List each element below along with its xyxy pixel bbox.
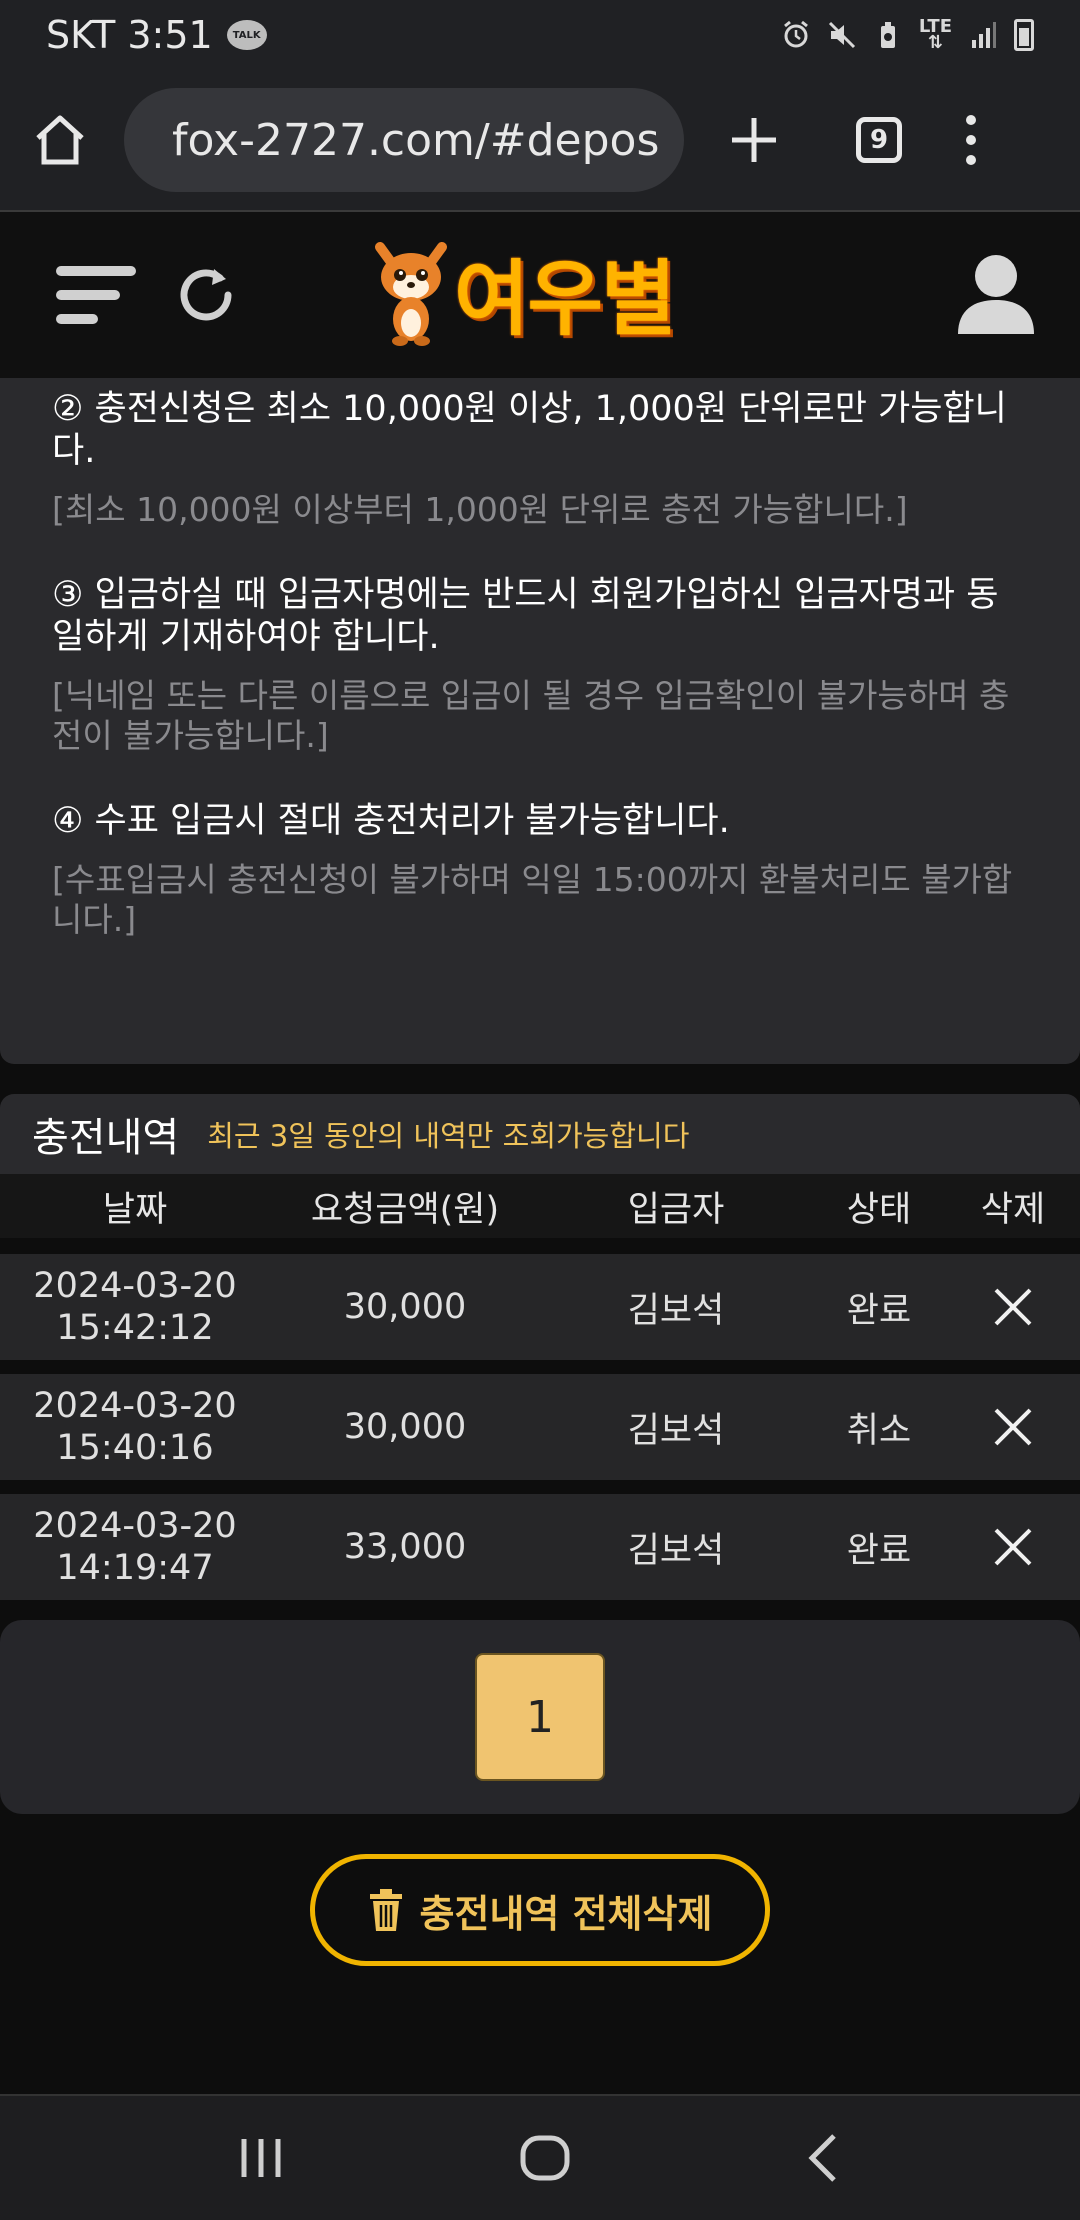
home-icon[interactable]: [30, 110, 90, 170]
column-status: 상태: [846, 1189, 912, 1230]
column-date: 날짜: [102, 1189, 168, 1230]
url-text: fox-2727.com/#depos: [172, 114, 660, 166]
close-icon[interactable]: [992, 1286, 1034, 1328]
status-cell: 완료: [846, 1530, 912, 1571]
back-icon[interactable]: [804, 2132, 844, 2184]
fox-mascot-icon: [375, 241, 447, 346]
notice-main: ③ 입금하실 때 입금자명에는 반드시 회원가입하신 입금자명과 동일하게 기재…: [52, 575, 999, 657]
amount-cell: 30,000: [343, 1407, 467, 1447]
delete-row-button[interactable]: [946, 1406, 1080, 1448]
notice-item: ④ 수표 입금시 절대 충전처리가 불가능합니다. [수표입금시 충전신청이 불…: [52, 800, 1028, 940]
battery-saver-icon: [880, 22, 895, 48]
tab-count: 9: [869, 125, 889, 155]
table-row: 2024-03-20 15:42:12 30,000 김보석 완료: [0, 1254, 1080, 1360]
close-icon[interactable]: [992, 1526, 1034, 1568]
status-cell: 완료: [846, 1290, 912, 1331]
amount-cell: 33,000: [343, 1527, 467, 1567]
pagination: 1: [0, 1620, 1080, 1814]
carrier-time: SKT 3:51: [46, 13, 213, 57]
column-amount: 요청금액(원): [310, 1189, 500, 1230]
history-note: 최근 3일 동안의 내역만 조회가능합니다: [207, 1119, 690, 1153]
browser-toolbar: fox-2727.com/#depos 9: [0, 70, 1080, 212]
more-icon[interactable]: [966, 115, 976, 165]
delete-all-label: 충전내역 전체삭제: [419, 1891, 713, 1936]
column-depositor: 입금자: [627, 1189, 725, 1230]
new-tab-icon[interactable]: [724, 110, 784, 170]
tab-switcher-icon[interactable]: 9: [856, 117, 902, 163]
delete-row-button[interactable]: [946, 1526, 1080, 1568]
notice-sub: [닉네임 또는 다른 이름으로 입금이 될 경우 입금확인이 불가능하며 충전이…: [52, 676, 1010, 755]
amount-cell: 30,000: [343, 1287, 467, 1327]
history-header: 충전내역 최근 3일 동안의 내역만 조회가능합니다: [0, 1094, 1080, 1174]
history-title: 충전내역: [32, 1115, 180, 1161]
address-bar[interactable]: fox-2727.com/#depos: [124, 88, 684, 192]
delete-all-history-button[interactable]: 충전내역 전체삭제: [310, 1854, 770, 1966]
talk-badge: TALK: [232, 29, 261, 41]
site-header: 여우별: [0, 212, 1080, 378]
table-row: 2024-03-20 15:40:16 30,000 김보석 취소: [0, 1374, 1080, 1480]
notice-sub: [수표입금시 충전신청이 불가하며 익일 15:00까지 환불처리도 불가합니다…: [52, 860, 1013, 939]
status-right: LTE ⇅: [781, 16, 1034, 53]
delete-row-button[interactable]: [946, 1286, 1080, 1328]
battery-icon: [1014, 19, 1034, 51]
refresh-icon[interactable]: [174, 263, 238, 327]
menu-icon[interactable]: [56, 266, 136, 324]
date-cell: 2024-03-20 15:42:12: [33, 1266, 237, 1348]
status-bar: SKT 3:51 TALK LTE ⇅: [0, 0, 1080, 70]
column-delete: 삭제: [980, 1189, 1046, 1230]
user-icon[interactable]: [956, 252, 1036, 334]
depositor-cell: 김보석: [627, 1290, 725, 1331]
date-cell: 2024-03-20 14:19:47: [33, 1506, 237, 1588]
alarm-icon: [783, 20, 808, 48]
notice-item: ② 충전신청은 최소 10,000원 이상, 1,000원 단위로만 가능합니다…: [52, 388, 1028, 530]
depositor-cell: 김보석: [627, 1410, 725, 1451]
mute-icon: [828, 21, 855, 49]
status-cell: 취소: [846, 1410, 912, 1451]
date-cell: 2024-03-20 15:40:16: [33, 1386, 237, 1468]
notice-main: ④ 수표 입금시 절대 충전처리가 불가능합니다.: [52, 801, 730, 841]
notice-sub: [최소 10,000원 이상부터 1,000원 단위로 충전 가능합니다.]: [52, 490, 908, 529]
logo-text: 여우별: [454, 252, 676, 347]
home-nav-icon[interactable]: [519, 2132, 571, 2184]
talk-icon: TALK: [226, 20, 267, 50]
recent-apps-icon[interactable]: [236, 2133, 286, 2183]
status-left: SKT 3:51 TALK: [46, 13, 267, 57]
table-row: 2024-03-20 14:19:47 33,000 김보석 완료: [0, 1494, 1080, 1600]
android-nav-bar: [0, 2094, 1080, 2220]
close-icon[interactable]: [992, 1406, 1034, 1448]
depositor-cell: 김보석: [627, 1530, 725, 1571]
site-logo[interactable]: 여우별: [372, 232, 676, 351]
deposit-notice-panel: ② 충전신청은 최소 10,000원 이상, 1,000원 단위로만 가능합니다…: [0, 378, 1080, 1064]
trash-icon: [369, 1889, 402, 1931]
notice-main: ② 충전신청은 최소 10,000원 이상, 1,000원 단위로만 가능합니다…: [52, 389, 1007, 471]
table-header: 날짜 요청금액(원) 입금자 상태 삭제: [0, 1174, 1080, 1238]
signal-icon: [972, 22, 996, 48]
page-button-current[interactable]: 1: [475, 1653, 605, 1781]
network-type: LTE ⇅: [918, 16, 952, 53]
notice-item: ③ 입금하실 때 입금자명에는 반드시 회원가입하신 입금자명과 동일하게 기재…: [52, 574, 1028, 756]
